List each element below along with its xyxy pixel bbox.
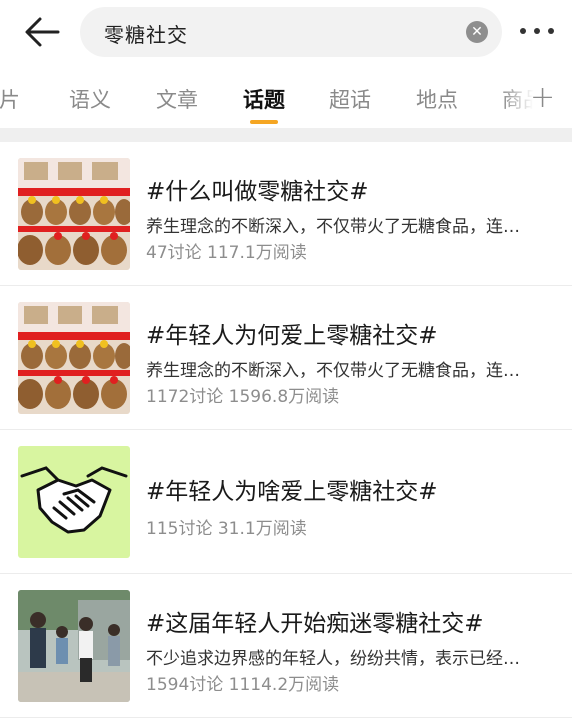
more-icon[interactable] [520,28,554,38]
section-divider [0,128,572,142]
tab-images[interactable]: 图片 [0,84,20,114]
tab-super-topics[interactable]: 超话 [329,84,371,114]
topic-description: 养生理念的不断深入，不仅带火了无糖食品，连… [146,217,520,237]
handshake-icon [18,446,130,558]
topic-title: #年轻人为啥爱上零糖社交# [146,479,438,505]
topic-stats: 115讨论 31.1万阅读 [146,519,307,539]
back-arrow-icon[interactable] [22,14,62,50]
top-bar: 零糖社交 ✕ [0,0,572,64]
topic-stats: 1594讨论 1114.2万阅读 [146,675,340,695]
topic-item[interactable]: #年轻人为啥爱上零糖社交# 115讨论 31.1万阅读 [0,430,572,574]
active-tab-indicator [250,120,278,124]
tab-articles[interactable]: 文章 [156,84,198,114]
topic-description: 不少追求边界感的年轻人，纷纷共情，表示已经… [146,649,520,669]
add-tab-icon[interactable]: + [530,80,555,115]
topic-stats: 1172讨论 1596.8万阅读 [146,387,340,407]
clear-icon[interactable]: ✕ [466,21,488,43]
topic-title: #年轻人为何爱上零糖社交# [146,323,438,349]
tab-bar: 图片 语义 文章 话题 超话 地点 商品 + [0,70,572,126]
capybara-plush-thumbnail [18,158,130,270]
topic-item[interactable]: #这届年轻人开始痴迷零糖社交# 不少追求边界感的年轻人，纷纷共情，表示已经… 1… [0,574,572,718]
search-input[interactable]: 零糖社交 ✕ [80,7,502,57]
topic-item[interactable]: #年轻人为何爱上零糖社交# 养生理念的不断深入，不仅带火了无糖食品，连… 117… [0,286,572,430]
tab-topics[interactable]: 话题 [243,84,285,114]
topic-description: 养生理念的不断深入，不仅带火了无糖食品，连… [146,361,520,381]
tab-places[interactable]: 地点 [416,84,458,114]
young-people-photo-thumbnail [18,590,130,702]
topic-item[interactable]: #什么叫做零糖社交# 养生理念的不断深入，不仅带火了无糖食品，连… 47讨论 1… [0,142,572,286]
search-query: 零糖社交 [104,23,188,47]
topic-title: #这届年轻人开始痴迷零糖社交# [146,611,484,637]
topic-title: #什么叫做零糖社交# [146,179,369,205]
topic-list: #什么叫做零糖社交# 养生理念的不断深入，不仅带火了无糖食品，连… 47讨论 1… [0,142,572,718]
topic-stats: 47讨论 117.1万阅读 [146,243,307,263]
tab-semantic[interactable]: 语义 [69,84,111,114]
capybara-plush-thumbnail [18,302,130,414]
